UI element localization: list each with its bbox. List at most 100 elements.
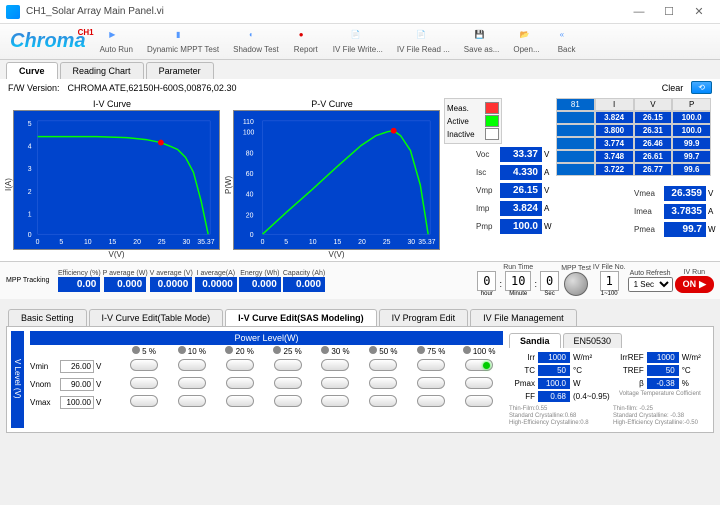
param-β[interactable]: -0.38 [647,378,679,389]
mpp-test-knob[interactable] [564,272,588,296]
vlevel-vmax-input[interactable] [60,396,94,409]
lower-tab-iv-program-edit[interactable]: IV Program Edit [379,309,469,326]
lower-tab-basic-setting[interactable]: Basic Setting [8,309,87,326]
svg-text:20: 20 [246,212,254,219]
svg-text:1: 1 [28,211,32,218]
minimize-button[interactable]: — [624,2,654,22]
toolbar-dynamic-mppt-test[interactable]: ▮Dynamic MPPT Test [141,28,225,56]
mpp-capacity: 0.000 [283,277,325,292]
runtime-min[interactable]: 10 [505,271,531,291]
clear-button[interactable]: ⟲ [691,81,712,94]
pill-vmin-5[interactable] [130,359,158,371]
toolbar-auto-run[interactable]: ▶Auto Run [94,28,139,56]
pill-vmin-100[interactable] [465,359,493,371]
svg-text:4: 4 [28,143,32,150]
toolbar-iv-file-read-[interactable]: 📄IV File Read ... [391,28,456,56]
param-pmax[interactable]: 100.0 [538,378,570,389]
table-row: 3.82426.15100.0 [556,111,711,124]
param-ff[interactable]: 0.68 [538,391,570,402]
table-row: 3.77426.4699.9 [556,137,711,150]
param-irr[interactable]: 1000 [538,352,570,363]
sandia-tab-en50530[interactable]: EN50530 [563,333,623,348]
svg-text:25: 25 [158,239,166,246]
svg-text:0: 0 [28,232,32,239]
toolbar-iv-file-write-[interactable]: 📄IV File Write... [327,28,389,56]
pill-vmax-5[interactable] [130,395,158,407]
data-table: 81 I V P 3.82426.15100.03.80026.31100.03… [556,98,711,176]
pill-vmax-20[interactable] [226,395,254,407]
pill-vnom-50[interactable] [369,377,397,389]
logo: ChromaCH1 [4,30,92,53]
iv-chart: 543 210 0510 152025 3035.37 [13,110,220,250]
lower-tab-i-v-curve-edit-sas-modeling-[interactable]: I-V Curve Edit(SAS Modeling) [225,309,377,326]
pill-vmax-30[interactable] [321,395,349,407]
pill-vnom-30[interactable] [321,377,349,389]
pill-vmin-30[interactable] [321,359,349,371]
maximize-button[interactable]: ☐ [654,2,684,22]
toolbar-back[interactable]: «Back [548,28,586,56]
reading-vmp: 26.15 [500,183,542,198]
vlevel-vmin-input[interactable] [60,360,94,373]
iv-run-button[interactable]: ON▶ [675,276,714,293]
pill-vnom-75[interactable] [417,377,445,389]
pill-vmax-75[interactable] [417,395,445,407]
mpp-efficiency: 0.00 [58,277,100,292]
window-title: CH1_Solar Array Main Panel.vi [26,6,624,17]
pill-vnom-100[interactable] [465,377,493,389]
param-irrref[interactable]: 1000 [647,352,679,363]
toolbar-shadow-test[interactable]: ◐Shadow Test [227,28,285,56]
table-row: 3.80026.31100.0 [556,124,711,137]
pill-vnom-5[interactable] [130,377,158,389]
svg-text:35.37: 35.37 [197,239,214,246]
lower-tab-i-v-curve-edit-table-mode-[interactable]: I-V Curve Edit(Table Mode) [89,309,224,326]
tab-reading-chart[interactable]: Reading Chart [60,62,144,79]
svg-text:0: 0 [250,232,254,239]
pill-vmax-100[interactable] [465,395,493,407]
mpp-i: 0.0000 [195,277,237,292]
svg-text:5: 5 [284,239,288,246]
svg-text:30: 30 [407,239,415,246]
pill-vmax-50[interactable] [369,395,397,407]
auto-refresh-select[interactable]: 1 Sec [628,277,673,292]
pill-vmax-25[interactable] [274,395,302,407]
iv-file-no[interactable]: 1 [600,271,619,291]
svg-text:10: 10 [309,239,317,246]
pill-vmin-10[interactable] [178,359,206,371]
notes-right: Thin-film: -0.25 Standard Crystalline: -… [613,406,709,428]
tab-curve[interactable]: Curve [6,62,58,79]
param-tref[interactable]: 50 [647,365,679,376]
pill-vnom-10[interactable] [178,377,206,389]
svg-text:30: 30 [183,239,191,246]
toolbar-open-[interactable]: 📂Open... [507,28,545,56]
toolbar-report[interactable]: ●Report [287,28,325,56]
svg-text:15: 15 [334,239,342,246]
pill-vmin-50[interactable] [369,359,397,371]
vlevel-vnom-input[interactable] [60,378,94,391]
svg-text:10: 10 [84,239,92,246]
runtime-sec[interactable]: 0 [540,271,559,291]
svg-text:3: 3 [28,166,32,173]
sandia-tab-sandia[interactable]: Sandia [509,333,561,348]
pill-vmax-10[interactable] [178,395,206,407]
pv-xlabel: V(V) [233,250,440,259]
svg-text:80: 80 [246,150,254,157]
toolbar-save-as-[interactable]: 💾Save as... [458,28,506,56]
pill-vnom-20[interactable] [226,377,254,389]
runtime-hour[interactable]: 0 [477,271,496,291]
power-level-header: Power Level(W) [30,331,503,345]
reading-imp: 3.824 [500,201,542,216]
fw-value: CHROMA ATE,62150H-600S,00876,02.30 [68,83,237,93]
pill-vmin-25[interactable] [274,359,302,371]
tab-parameter[interactable]: Parameter [146,62,214,79]
close-button[interactable]: ✕ [684,2,714,22]
svg-text:0: 0 [36,239,40,246]
lower-tab-iv-file-management[interactable]: IV File Management [470,309,577,326]
table-row: 3.74826.6199.7 [556,150,711,163]
pill-vmin-20[interactable] [226,359,254,371]
pill-vnom-25[interactable] [274,377,302,389]
side-pmea: 99.7 [664,222,706,237]
pill-vmin-75[interactable] [417,359,445,371]
param-tc[interactable]: 50 [538,365,570,376]
meas-legend: Meas. Active Inactive [444,98,502,144]
svg-text:110: 110 [243,119,254,126]
